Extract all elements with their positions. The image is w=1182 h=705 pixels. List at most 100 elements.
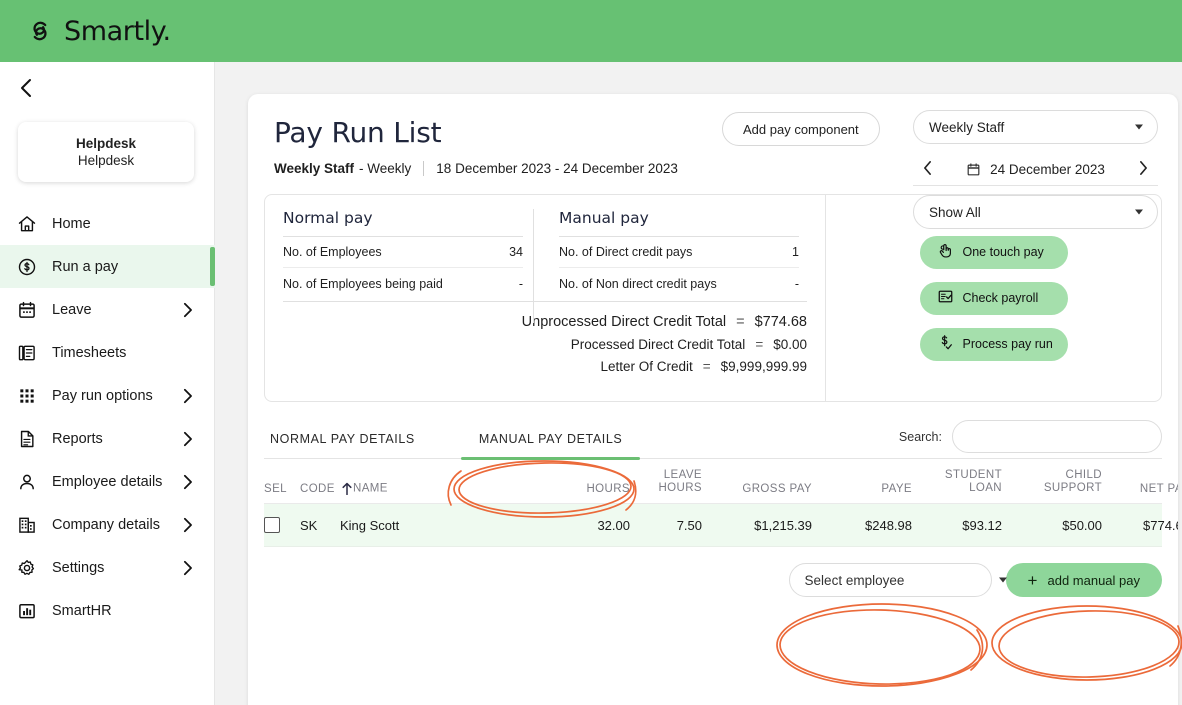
sidebar: Helpdesk Helpdesk Home Run a pay Leave T… (0, 62, 215, 705)
cell-student-loan: $93.12 (962, 517, 1002, 533)
subtitle-divider (423, 161, 425, 176)
check-payroll-button[interactable]: Check payroll (919, 281, 1068, 315)
summary-totals: Unprocessed Direct Credit Total = $774.6… (283, 302, 807, 374)
chevron-left-icon (21, 79, 31, 97)
pay-frequency: - Weekly (359, 161, 412, 176)
gear-icon (16, 557, 38, 579)
search-label: Search: (898, 429, 942, 444)
pay-period-dates: 18 December 2023 - 24 December 2023 (436, 161, 678, 176)
column-header-gross-pay[interactable]: GROSS PAY (702, 483, 812, 495)
total-value: $0.00 (773, 337, 807, 352)
column-header-student-loan[interactable]: STUDENT LOAN (912, 469, 1002, 495)
column-header-hours[interactable]: HOURS (530, 483, 630, 495)
date-next-button[interactable] (1135, 160, 1152, 179)
chevron-right-icon (182, 388, 193, 404)
sidebar-item-label: Timesheets (52, 344, 127, 361)
card-header: Pay Run List Weekly Staff - Weekly 18 De… (248, 94, 1178, 229)
search-area: Search: (899, 420, 1162, 453)
select-employee-value: Select employee (804, 572, 905, 588)
date-navigator: 24 December 2023 (913, 154, 1158, 186)
sidebar-item-settings[interactable]: Settings (0, 546, 215, 589)
summary-row: No. of Direct credit pays 1 (559, 237, 799, 268)
process-pay-run-icon (937, 334, 954, 354)
table-header-row: SEL CODE NAME HOURS LEAVE HOURS GROSS PA… (264, 463, 1178, 505)
sidebar-item-pay-run-options[interactable]: Pay run options (0, 374, 215, 417)
pay-run-card: Pay Run List Weekly Staff - Weekly 18 De… (248, 94, 1178, 705)
sidebar-nav: Home Run a pay Leave Timesheets Pay run … (0, 202, 215, 632)
column-header-name[interactable]: NAME (340, 482, 530, 496)
column-header-code[interactable]: CODE (300, 483, 340, 495)
sidebar-item-timesheets[interactable]: Timesheets (0, 331, 215, 374)
add-pay-component-button[interactable]: Add pay component (722, 112, 880, 146)
sidebar-item-label: Leave (52, 301, 92, 318)
total-line-processed: Processed Direct Credit Total = $0.00 (283, 337, 807, 352)
one-touch-pay-button[interactable]: One touch pay (919, 235, 1068, 269)
add-manual-pay-button[interactable]: + add manual pay (1005, 563, 1162, 598)
normal-pay-heading: Normal pay (283, 209, 373, 227)
search-input[interactable] (952, 420, 1162, 453)
row-value: 1 (792, 245, 799, 259)
chevron-right-icon (182, 517, 193, 533)
summary-vertical-divider (533, 209, 534, 323)
brand-logo[interactable]: Smartly. (26, 16, 171, 47)
column-header-line2: LOAN (969, 482, 1002, 495)
sidebar-item-reports[interactable]: Reports (0, 417, 215, 460)
equals-sign: = (736, 314, 745, 330)
cell-leave-hours: 7.50 (676, 517, 702, 533)
column-header-line1: STUDENT (944, 469, 1002, 481)
bar-chart-icon (16, 600, 38, 622)
table-footer-actions: Select employee + add manual pay (248, 563, 1178, 598)
sidebar-item-label: Reports (52, 430, 103, 447)
column-header-net-pay[interactable]: NET PAY (1102, 483, 1178, 495)
summary-row: No. of Employees 34 (283, 237, 523, 268)
sidebar-item-leave[interactable]: Leave (0, 288, 215, 331)
tab-manual-pay-details[interactable]: MANUAL PAY DETAILS (460, 424, 641, 460)
organisation-card[interactable]: Helpdesk Helpdesk (18, 122, 194, 182)
column-header-paye[interactable]: PAYE (812, 483, 912, 495)
row-label: No. of Employees being paid (283, 276, 443, 291)
table-row[interactable]: SK King Scott 32.00 7.50 $1,215.39 $248.… (264, 504, 1178, 548)
pay-group-select-value: Weekly Staff (929, 119, 1005, 135)
cell-hours: 32.00 (597, 517, 630, 533)
pay-group-select[interactable]: Weekly Staff (913, 110, 1158, 144)
row-value: - (794, 276, 799, 291)
app-root: Smartly. Helpdesk Helpdesk Home Run a pa… (0, 0, 1182, 705)
tab-normal-pay-details[interactable]: NORMAL PAY DETAILS (264, 424, 421, 458)
sidebar-item-employee-details[interactable]: Employee details (0, 460, 215, 503)
person-icon (16, 471, 38, 493)
column-header-child-support[interactable]: CHILD SUPPORT (1002, 469, 1102, 495)
calendar-icon (967, 163, 980, 176)
cell-net-pay: $774.68 (1143, 517, 1178, 533)
column-header-leave-hours[interactable]: LEAVE HOURS (630, 469, 702, 495)
chevron-down-icon (1135, 124, 1143, 130)
date-prev-button[interactable] (919, 160, 936, 179)
process-pay-run-button[interactable]: Process pay run (919, 327, 1068, 361)
summary-row: No. of Employees being paid - (283, 268, 523, 299)
normal-pay-summary: Normal pay No. of Employees 34 No. of Em… (283, 209, 523, 299)
date-display[interactable]: 24 December 2023 (966, 162, 1105, 177)
column-header-line2: SUPPORT (1043, 482, 1102, 495)
sidebar-collapse-button[interactable] (14, 76, 38, 100)
total-value: $774.68 (754, 314, 807, 330)
pay-summary-panel: Normal pay No. of Employees 34 No. of Em… (264, 194, 1162, 402)
select-employee-dropdown[interactable]: Select employee (788, 563, 1007, 598)
total-label: Unprocessed Direct Credit Total (521, 314, 727, 330)
sidebar-item-run-a-pay[interactable]: Run a pay (0, 245, 215, 288)
sort-ascending-arrow-icon (342, 483, 352, 496)
sidebar-item-company-details[interactable]: Company details (0, 503, 215, 546)
building-icon (16, 514, 38, 536)
summary-figures: Normal pay No. of Employees 34 No. of Em… (265, 195, 825, 401)
sidebar-item-home[interactable]: Home (0, 202, 215, 245)
cell-child-support: $50.00 (1062, 517, 1102, 533)
row-select-checkbox[interactable] (264, 517, 280, 534)
timesheet-icon (16, 342, 38, 364)
organisation-subname: Helpdesk (77, 153, 135, 168)
row-select-cell (264, 517, 300, 534)
sidebar-item-label: Pay run options (52, 387, 153, 404)
grid-dots-icon (16, 385, 38, 407)
pay-group-name: Weekly Staff (274, 161, 355, 176)
smartly-spiral-logo-icon (33, 21, 47, 41)
row-label: No. of Non direct credit pays (559, 276, 717, 291)
sidebar-item-smarthr[interactable]: SmartHR (0, 589, 215, 632)
sidebar-item-label: Home (52, 215, 91, 232)
